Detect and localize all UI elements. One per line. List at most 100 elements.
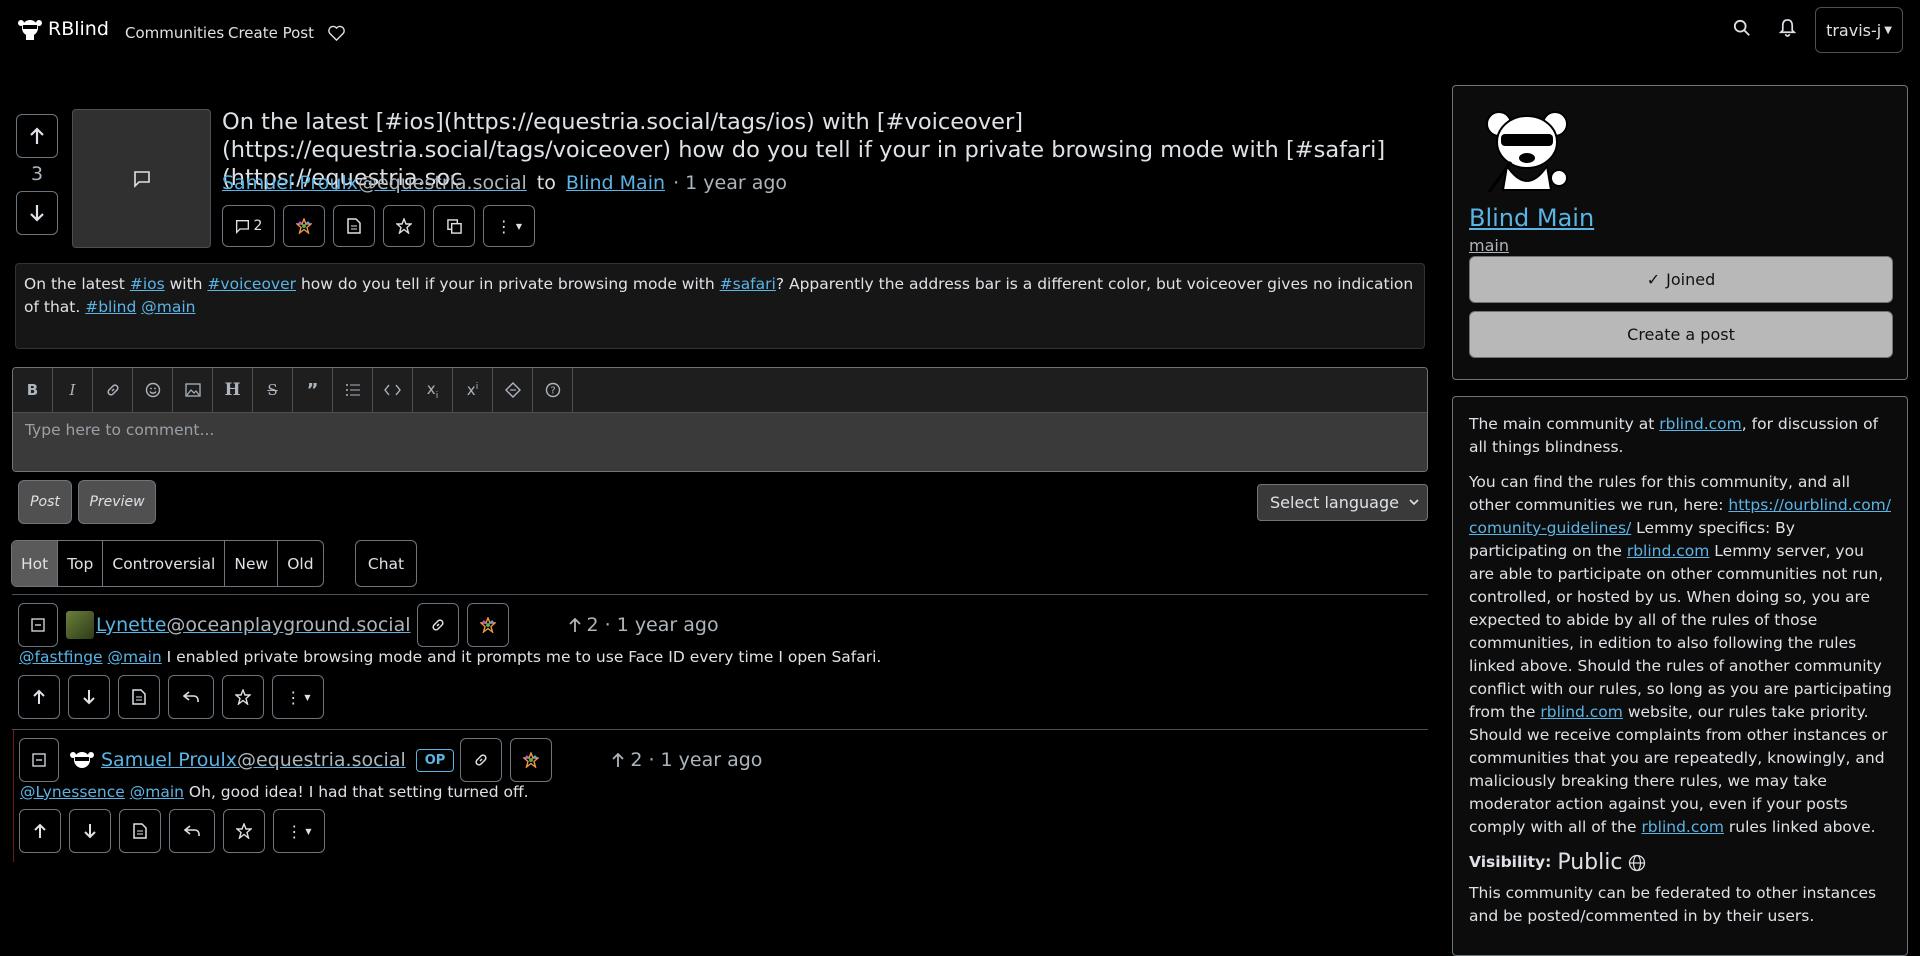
code-button[interactable] <box>373 368 413 412</box>
comment-view-source-button[interactable] <box>118 675 160 719</box>
comment-downvote-button[interactable] <box>68 675 110 719</box>
comment-score-value: 2 <box>630 749 643 771</box>
search-icon[interactable] <box>1733 19 1751 37</box>
community-name-link[interactable]: main <box>1469 236 1509 255</box>
mention-link[interactable]: @main <box>108 648 162 666</box>
strikethrough-button[interactable]: S <box>253 368 293 412</box>
bell-icon[interactable] <box>1779 18 1796 37</box>
help-icon: ? <box>545 382 560 398</box>
rblind-link[interactable]: rblind.com <box>1659 415 1742 433</box>
comment-reply-button[interactable] <box>168 675 214 719</box>
spoiler-button[interactable] <box>493 368 533 412</box>
user-menu-button[interactable]: travis-j ▼ <box>1815 7 1903 53</box>
link-icon <box>475 754 487 766</box>
fediverse-link-button[interactable] <box>283 205 325 247</box>
brand-link[interactable]: RBlind <box>18 18 109 40</box>
bold-button[interactable]: B <box>13 368 53 412</box>
list-button[interactable] <box>333 368 373 412</box>
hashtag-blind-link[interactable]: #blind <box>85 298 136 316</box>
quote-button[interactable]: ” <box>293 368 333 412</box>
image-upload-button[interactable] <box>173 368 213 412</box>
collapse-comment-button[interactable] <box>19 738 59 782</box>
rblind-link[interactable]: rblind.com <box>1641 818 1724 836</box>
caret-down-icon: ▼ <box>515 221 523 231</box>
superscript-button[interactable]: xi <box>453 368 493 412</box>
comment-save-button[interactable] <box>223 809 265 853</box>
comment-score-value: 2 <box>586 614 599 636</box>
more-vertical-icon: ⋮ <box>286 821 303 841</box>
mention-main-link[interactable]: @main <box>141 298 195 316</box>
mention-link[interactable]: @main <box>130 783 184 801</box>
reply-icon <box>184 825 200 836</box>
caret-down-icon: ▼ <box>1884 24 1892 36</box>
collapse-comment-button[interactable] <box>18 603 58 647</box>
comment-thread-line <box>13 730 14 862</box>
sort-hot[interactable]: Hot <box>12 541 59 586</box>
subscript-button[interactable]: xi <box>413 368 453 412</box>
comment-permalink-button[interactable] <box>416 603 459 647</box>
sort-new[interactable]: New <box>225 541 279 586</box>
fediverse-link-button[interactable] <box>466 603 509 647</box>
description-text: website, our rules take priority. Should… <box>1469 703 1888 836</box>
check-icon: ✓ <box>1646 270 1661 289</box>
comment-icon <box>235 219 249 234</box>
more-options-button[interactable]: ⋮ ▼ <box>483 205 535 247</box>
comment-upvote-button[interactable] <box>19 809 61 853</box>
comment-author-link[interactable]: Samuel Proulx@equestria.social <box>101 749 406 771</box>
preview-button[interactable]: Preview <box>78 480 156 524</box>
comment-more-button[interactable]: ⋮ ▼ <box>272 675 324 719</box>
italic-button[interactable]: I <box>53 368 93 412</box>
fediverse-link-button[interactable] <box>510 738 553 782</box>
comment-textarea[interactable]: Type here to comment... <box>13 413 1427 471</box>
header-button[interactable]: H <box>213 368 253 412</box>
comment-more-button[interactable]: ⋮ ▼ <box>273 809 325 853</box>
code-icon <box>384 384 401 396</box>
joined-button[interactable]: ✓ Joined <box>1469 256 1893 303</box>
post-thumbnail[interactable] <box>72 109 211 248</box>
link-button[interactable] <box>93 368 133 412</box>
hashtag-ios-link[interactable]: #ios <box>130 275 165 293</box>
help-button[interactable]: ? <box>533 368 573 412</box>
post-author-link[interactable]: Samuel Proulx@equestria.social <box>222 172 527 194</box>
heart-icon[interactable] <box>328 25 345 41</box>
sort-old[interactable]: Old <box>278 541 322 586</box>
comment-author-link[interactable]: Lynette@oceanplayground.social <box>96 614 411 636</box>
comment-downvote-button[interactable] <box>69 809 111 853</box>
visibility-value: Public <box>1557 850 1623 875</box>
post-comment-button[interactable]: Post <box>18 480 72 524</box>
comment-reply-button[interactable] <box>169 809 215 853</box>
hashtag-voiceover-link[interactable]: #voiceover <box>207 275 296 293</box>
save-button[interactable] <box>383 205 425 247</box>
sort-top[interactable]: Top <box>58 541 104 586</box>
upvote-button[interactable] <box>16 114 58 158</box>
post-body-text: how do you tell if your in private brows… <box>296 275 720 293</box>
emoji-button[interactable] <box>133 368 173 412</box>
nav-communities-link[interactable]: Communities <box>125 24 224 42</box>
view-source-button[interactable] <box>333 205 375 247</box>
downvote-button[interactable] <box>16 191 58 235</box>
comments-button[interactable]: 2 <box>222 205 275 247</box>
arrow-down-icon <box>84 824 96 839</box>
chevron-down-icon <box>1409 499 1419 506</box>
language-select[interactable]: Select language <box>1257 484 1428 521</box>
mention-link[interactable]: @Lynessence <box>20 783 125 801</box>
comment-body: @fastfinge @main I enabled private brows… <box>19 648 881 666</box>
mention-link[interactable]: @fastfinge <box>19 648 103 666</box>
comment-view-source-button[interactable] <box>119 809 161 853</box>
cross-post-button[interactable] <box>433 205 475 247</box>
rblind-link[interactable]: rblind.com <box>1540 703 1623 721</box>
sort-controversial[interactable]: Controversial <box>103 541 226 586</box>
chat-view-button[interactable]: Chat <box>355 540 417 587</box>
community-title-link[interactable]: Blind Main <box>1469 204 1594 232</box>
post-community-link[interactable]: Blind Main <box>566 172 665 194</box>
nav-create-post-link[interactable]: Create Post <box>228 24 314 42</box>
comment-save-button[interactable] <box>222 675 264 719</box>
comment-upvote-button[interactable] <box>18 675 60 719</box>
comment-permalink-button[interactable] <box>460 738 503 782</box>
comment-sort-group: Hot Top Controversial New Old <box>11 540 324 587</box>
post-body-text: with <box>164 275 208 293</box>
rblind-link[interactable]: rblind.com <box>1627 542 1710 560</box>
more-vertical-icon: ⋮ <box>495 216 512 236</box>
create-post-button[interactable]: Create a post <box>1469 311 1893 358</box>
hashtag-safari-link[interactable]: #safari <box>720 275 776 293</box>
